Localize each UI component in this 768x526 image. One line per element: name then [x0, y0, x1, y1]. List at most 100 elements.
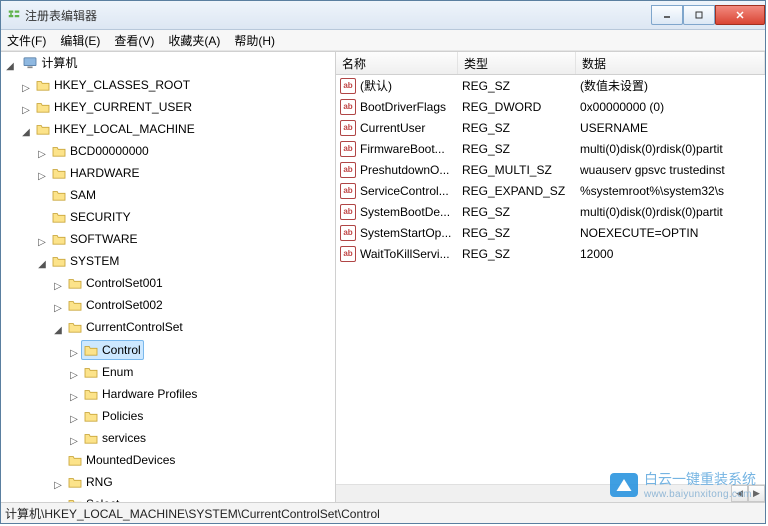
- value-name: SystemStartOp...: [360, 226, 451, 240]
- expand-toggle[interactable]: ▷: [21, 102, 31, 120]
- tree-label-text: Enum: [102, 363, 133, 381]
- close-button[interactable]: [715, 5, 765, 25]
- list-header: 名称 类型 数据: [336, 52, 765, 75]
- menu-help[interactable]: 帮助(H): [234, 32, 275, 49]
- value-type: REG_SZ: [458, 79, 576, 93]
- tree-node-policies[interactable]: Policies: [81, 407, 146, 425]
- menu-favorites[interactable]: 收藏夹(A): [168, 32, 220, 49]
- minimize-icon: [662, 10, 672, 20]
- tree-node-mounted[interactable]: MountedDevices: [65, 451, 178, 469]
- tree-node-sam[interactable]: SAM: [49, 186, 99, 204]
- expand-toggle[interactable]: ▷: [37, 168, 47, 186]
- tree-node-ccs[interactable]: CurrentControlSet: [65, 318, 186, 336]
- maximize-button[interactable]: [683, 5, 715, 25]
- status-path: 计算机\HKEY_LOCAL_MACHINE\SYSTEM\CurrentCon…: [5, 505, 380, 522]
- tree-node-bcd[interactable]: BCD00000000: [49, 142, 152, 160]
- expand-toggle[interactable]: ▷: [37, 234, 47, 252]
- reg-string-icon: ab: [340, 120, 356, 136]
- close-icon: [735, 10, 745, 20]
- tree-node-hwprofiles[interactable]: Hardware Profiles: [81, 385, 200, 403]
- folder-icon: [36, 123, 50, 135]
- tree-label-text: ControlSet002: [86, 296, 163, 314]
- table-row[interactable]: abFirmwareBoot...REG_SZmulti(0)disk(0)rd…: [336, 138, 765, 159]
- reg-string-icon: ab: [340, 246, 356, 262]
- tree-label-text: SECURITY: [70, 208, 131, 226]
- expand-toggle[interactable]: ▷: [69, 345, 79, 363]
- value-type: REG_SZ: [458, 247, 576, 261]
- tree-label-text: ControlSet001: [86, 274, 163, 292]
- minimize-button[interactable]: [651, 5, 683, 25]
- folder-icon: [84, 366, 98, 378]
- expand-toggle[interactable]: ▷: [53, 278, 63, 296]
- tree-label-text: Hardware Profiles: [102, 385, 197, 403]
- value-type: REG_DWORD: [458, 100, 576, 114]
- menu-edit[interactable]: 编辑(E): [60, 32, 100, 49]
- tree-node-enum[interactable]: Enum: [81, 363, 136, 381]
- list-body[interactable]: ab(默认)REG_SZ(数值未设置)abBootDriverFlagsREG_…: [336, 75, 765, 484]
- value-name: FirmwareBoot...: [360, 142, 445, 156]
- column-data[interactable]: 数据: [576, 52, 765, 74]
- expand-toggle[interactable]: ▷: [37, 146, 47, 164]
- expand-toggle[interactable]: ▷: [53, 477, 63, 495]
- expand-toggle[interactable]: ◢: [5, 58, 15, 76]
- tree-node-security[interactable]: SECURITY: [49, 208, 134, 226]
- tree-node-cs002[interactable]: ControlSet002: [65, 296, 166, 314]
- menu-view[interactable]: 查看(V): [114, 32, 154, 49]
- value-type: REG_SZ: [458, 121, 576, 135]
- expand-toggle[interactable]: ▷: [53, 300, 63, 318]
- tree-node-services[interactable]: services: [81, 429, 149, 447]
- tree-label-text: SYSTEM: [70, 252, 119, 270]
- maximize-icon: [694, 10, 704, 20]
- title-bar[interactable]: 注册表编辑器: [1, 1, 765, 30]
- reg-string-icon: ab: [340, 99, 356, 115]
- menu-file[interactable]: 文件(F): [7, 32, 46, 49]
- table-row[interactable]: ab(默认)REG_SZ(数值未设置): [336, 75, 765, 96]
- tree-node-software[interactable]: SOFTWARE: [49, 230, 141, 248]
- tree-node-cs001[interactable]: ControlSet001: [65, 274, 166, 292]
- tree-node-select[interactable]: Select: [65, 495, 122, 502]
- reg-string-icon: ab: [340, 78, 356, 94]
- folder-icon: [84, 410, 98, 422]
- value-data: %systemroot%\system32\s: [576, 184, 765, 198]
- folder-icon: [68, 454, 82, 466]
- expand-toggle[interactable]: ◢: [53, 322, 63, 340]
- tree-label-text: MountedDevices: [86, 451, 175, 469]
- reg-string-icon: ab: [340, 225, 356, 241]
- folder-icon: [84, 344, 98, 356]
- expand-toggle[interactable]: ▷: [21, 80, 31, 98]
- value-data: 12000: [576, 247, 765, 261]
- watermark-text: 白云一键重装系统: [644, 469, 756, 489]
- value-name: (默认): [360, 77, 392, 94]
- tree-node-hardware[interactable]: HARDWARE: [49, 164, 143, 182]
- folder-icon: [52, 145, 66, 157]
- table-row[interactable]: abBootDriverFlagsREG_DWORD0x00000000 (0): [336, 96, 765, 117]
- tree-node-computer[interactable]: 计算机: [20, 54, 80, 72]
- tree-pane[interactable]: ◢ 计算机 ▷HKEY_CLASSES_ROOT ▷HKEY_CURRENT_U…: [1, 52, 336, 502]
- column-type[interactable]: 类型: [458, 52, 576, 74]
- table-row[interactable]: abWaitToKillServi...REG_SZ12000: [336, 243, 765, 264]
- expand-toggle[interactable]: ▷: [69, 433, 79, 451]
- expand-toggle[interactable]: ▷: [69, 411, 79, 429]
- table-row[interactable]: abServiceControl...REG_EXPAND_SZ%systemr…: [336, 180, 765, 201]
- table-row[interactable]: abSystemBootDe...REG_SZmulti(0)disk(0)rd…: [336, 201, 765, 222]
- value-type: REG_SZ: [458, 226, 576, 240]
- expand-toggle[interactable]: ▷: [69, 389, 79, 407]
- table-row[interactable]: abCurrentUserREG_SZUSERNAME: [336, 117, 765, 138]
- value-name: CurrentUser: [360, 121, 425, 135]
- watermark: 白云一键重装系统 www.baiyunxitong.com: [610, 469, 756, 500]
- status-bar: 计算机\HKEY_LOCAL_MACHINE\SYSTEM\CurrentCon…: [1, 502, 765, 523]
- expand-toggle[interactable]: ◢: [21, 124, 31, 142]
- tree-node-hkcu[interactable]: HKEY_CURRENT_USER: [33, 98, 195, 116]
- table-row[interactable]: abPreshutdownO...REG_MULTI_SZwuauserv gp…: [336, 159, 765, 180]
- tree-label-text: HKEY_LOCAL_MACHINE: [54, 120, 195, 138]
- expand-toggle[interactable]: ▷: [69, 367, 79, 385]
- tree-node-hklm[interactable]: HKEY_LOCAL_MACHINE: [33, 120, 198, 138]
- tree-node-rng[interactable]: RNG: [65, 473, 116, 491]
- table-row[interactable]: abSystemStartOp...REG_SZ NOEXECUTE=OPTIN: [336, 222, 765, 243]
- expand-toggle[interactable]: ◢: [37, 256, 47, 274]
- folder-icon: [52, 189, 66, 201]
- tree-node-control[interactable]: Control: [81, 340, 144, 360]
- tree-node-hkcr[interactable]: HKEY_CLASSES_ROOT: [33, 76, 193, 94]
- tree-node-system[interactable]: SYSTEM: [49, 252, 122, 270]
- column-name[interactable]: 名称: [336, 52, 458, 74]
